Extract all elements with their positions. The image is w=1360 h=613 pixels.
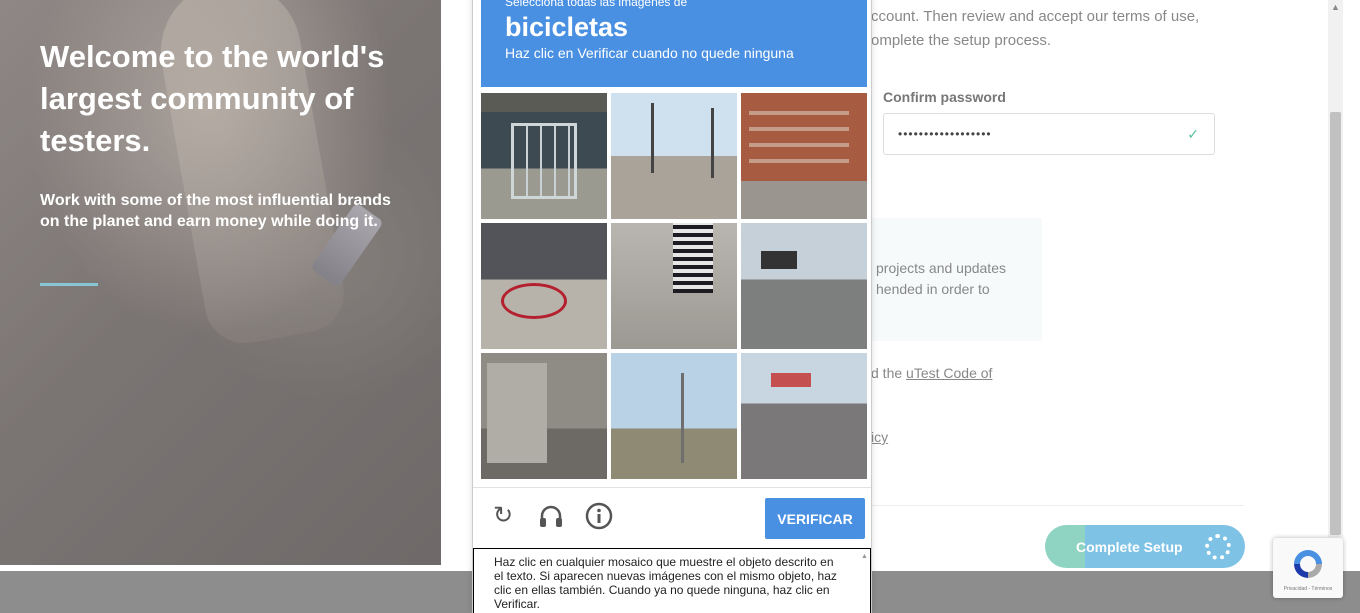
recaptcha-logo-icon [1294,550,1322,578]
code-of-conduct-link[interactable]: uTest Code of [906,365,992,381]
form-intro-line-1: ccount. Then review and accept our terms… [871,8,1200,25]
page-scrollbar[interactable]: ▲ [1328,0,1343,537]
confirm-password-label: Confirm password [883,89,1006,105]
captcha-instruction: Haz clic en Verificar cuando no quede ni… [505,45,794,61]
complete-setup-button[interactable]: Complete Setup [1045,525,1245,568]
recaptcha-links[interactable]: Privacidad - Términos [1273,586,1343,592]
captcha-tile-4[interactable] [481,223,607,349]
captcha-select-all-text: Selecciona todas las imágenes de [505,0,688,9]
captcha-tile-3[interactable] [741,93,867,219]
captcha-image-grid [481,93,867,479]
loading-spinner-icon [1205,534,1231,560]
hero-accent-line [40,283,98,286]
captcha-target-object: bicicletas [505,12,629,42]
captcha-challenge: Selecciona todas las imágenes de bicicle… [472,0,872,613]
confirm-password-value: •••••••••••••••••• [898,127,992,141]
captcha-tile-6[interactable] [741,223,867,349]
privacy-policy-link[interactable]: icy [871,429,888,445]
notice-line-1: projects and updates [876,260,1006,276]
captcha-footer: ↻ VERIFICAR [473,487,871,543]
hero-panel: Welcome to the world's largest community… [0,0,441,565]
captcha-help-text: Haz clic en cualquier mosaico que muestr… [494,555,837,611]
form-intro-line-2: omplete the setup process. [871,32,1052,49]
info-icon[interactable] [585,502,613,530]
recaptcha-badge[interactable]: Privacidad - Términos [1273,538,1343,598]
check-icon: ✓ [1187,125,1200,142]
captcha-tile-7[interactable] [481,353,607,479]
form-divider [866,505,1244,506]
captcha-tile-8[interactable] [611,353,737,479]
notice-line-2: hended in order to [876,281,990,297]
code-of-conduct-line: d the uTest Code of [871,365,992,381]
captcha-tile-1[interactable] [481,93,607,219]
hero-subtitle: Work with some of the most influential b… [40,192,391,230]
policy-line: icy [871,429,888,445]
confirm-password-field[interactable]: •••••••••••••••••• ✓ [883,113,1215,155]
captcha-tile-5[interactable] [611,223,737,349]
complete-setup-label: Complete Setup [1076,538,1183,555]
captcha-tile-2[interactable] [611,93,737,219]
verify-button[interactable]: VERIFICAR [765,498,865,539]
notice-box: projects and updates hended in order to [866,218,1042,341]
captcha-help-box: Haz clic en cualquier mosaico que muestr… [473,548,871,613]
captcha-header: Selecciona todas las imágenes de bicicle… [481,0,867,87]
audio-icon[interactable] [537,502,565,530]
help-scrollbar[interactable]: ▲▼ [861,550,869,612]
hero-title: Welcome to the world's largest community… [40,39,385,158]
code-line-prefix: d the [871,365,907,381]
scroll-up-icon[interactable]: ▲ [1331,2,1340,12]
captcha-tile-9[interactable] [741,353,867,479]
scrollbar-thumb[interactable] [1330,112,1341,535]
reload-icon[interactable]: ↻ [489,502,517,530]
